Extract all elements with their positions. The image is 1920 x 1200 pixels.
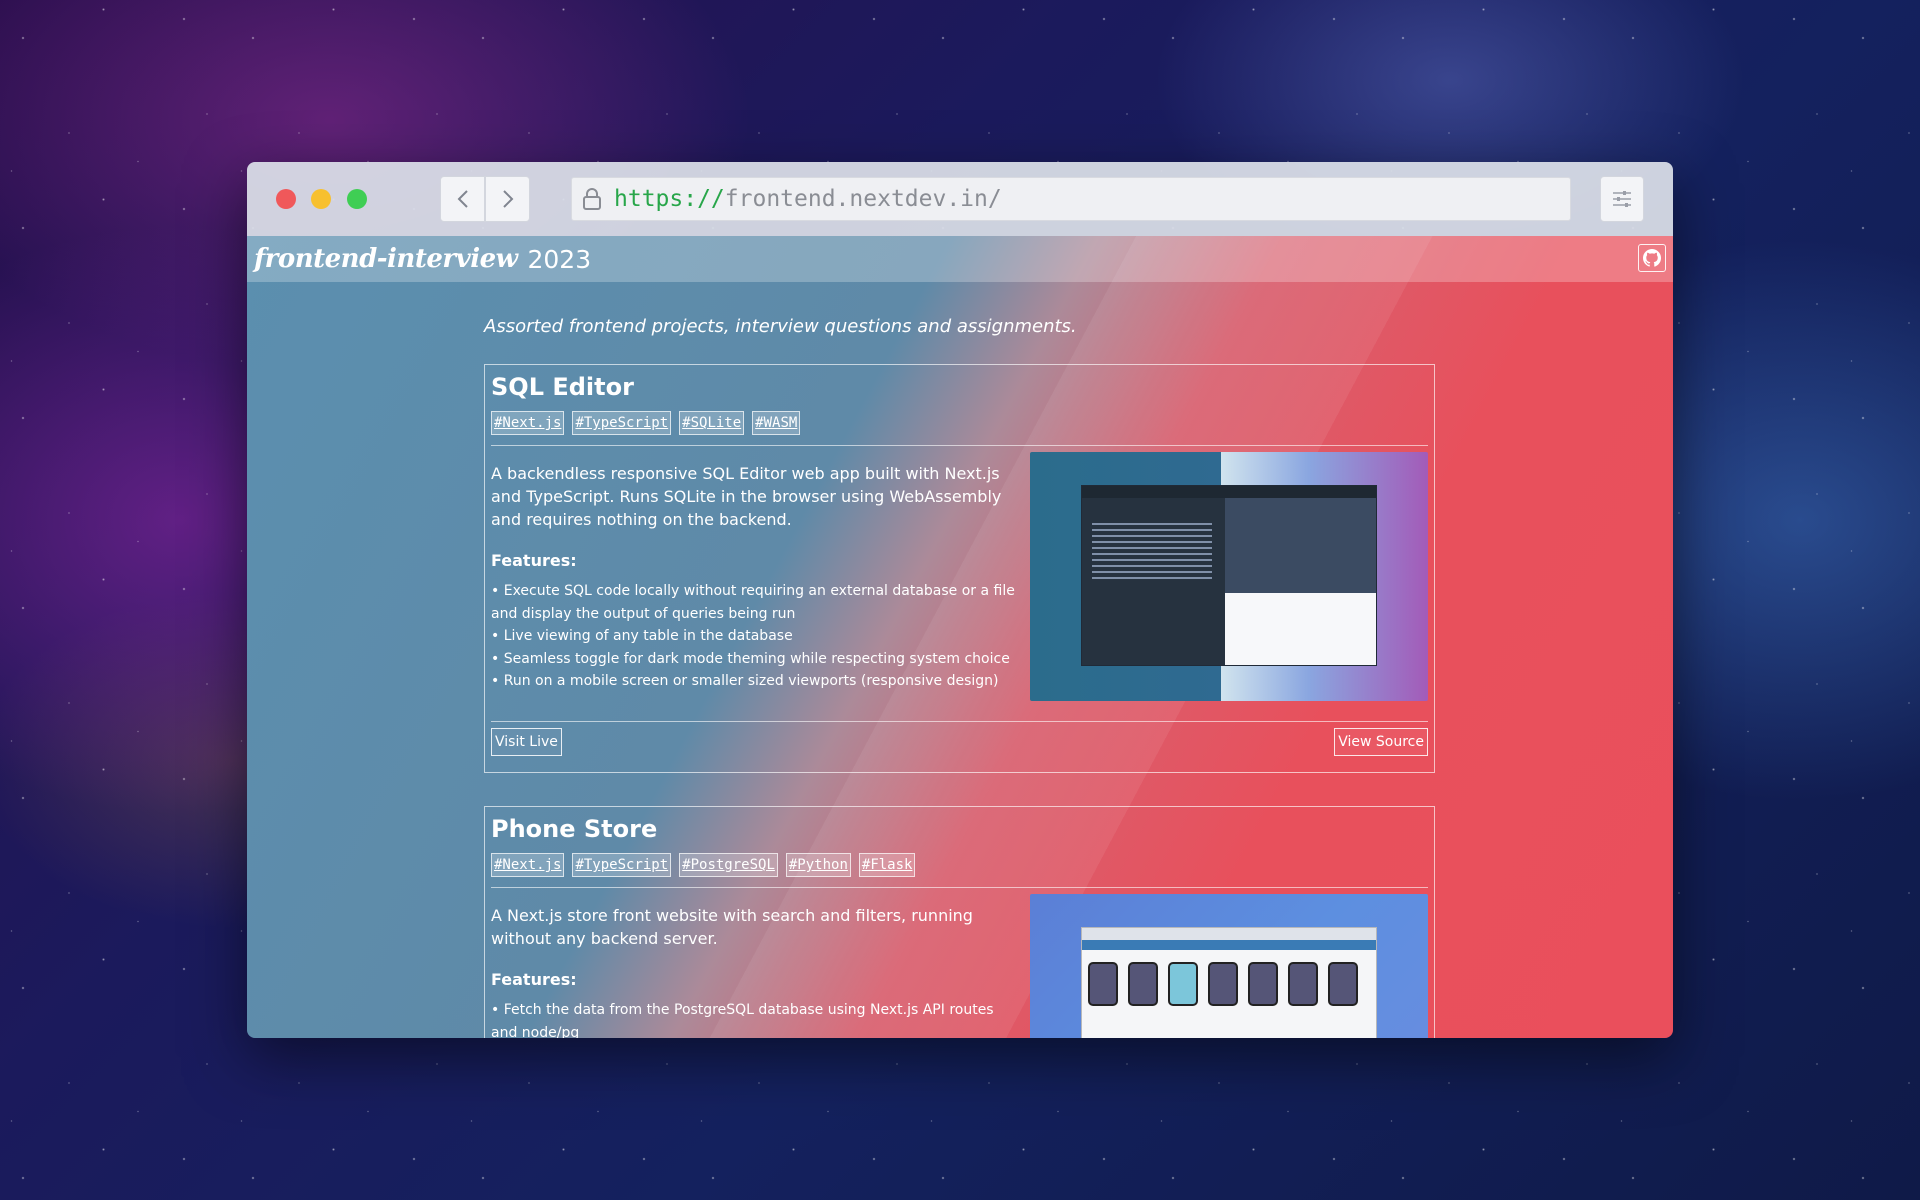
page-viewport: frontend-interview 2023 Assorted fronten… — [247, 236, 1673, 1038]
features-list: Execute SQL code locally without requiri… — [491, 580, 1016, 693]
project-screenshot — [1030, 894, 1428, 1038]
project-card-sql-editor: SQL Editor #Next.js #TypeScript #SQLite … — [484, 364, 1435, 773]
back-button[interactable] — [440, 176, 485, 222]
browser-toolbar: https://frontend.nextdev.in/ — [247, 162, 1673, 236]
tag-nextjs[interactable]: #Next.js — [491, 411, 565, 435]
maximize-window-button[interactable] — [347, 189, 367, 209]
feature-item: Seamless toggle for dark mode theming wh… — [491, 648, 1016, 671]
github-icon — [1643, 249, 1661, 267]
minimize-window-button[interactable] — [311, 189, 331, 209]
features-heading: Features: — [491, 551, 577, 570]
tag-postgresql[interactable]: #PostgreSQL — [679, 853, 778, 877]
project-title: SQL Editor — [491, 373, 634, 401]
features-heading: Features: — [491, 970, 577, 989]
tag-wasm[interactable]: #WASM — [752, 411, 801, 435]
feature-item: Execute SQL code locally without requiri… — [491, 580, 1016, 625]
project-card-phone-store: Phone Store #Next.js #TypeScript #Postgr… — [484, 806, 1435, 1038]
tag-list: #Next.js #TypeScript #PostgreSQL #Python… — [491, 853, 1428, 877]
visit-live-button[interactable]: Visit Live — [491, 728, 562, 756]
site-year: 2023 — [527, 244, 592, 274]
chevron-right-icon — [502, 190, 513, 208]
tag-sqlite[interactable]: #SQLite — [679, 411, 745, 435]
features-list: Fetch the data from the PostgreSQL datab… — [491, 999, 1016, 1038]
site-brand[interactable]: frontend-interview — [254, 244, 518, 274]
tag-nextjs[interactable]: #Next.js — [491, 853, 565, 877]
close-window-button[interactable] — [276, 189, 296, 209]
url-host: frontend.nextdev.in/ — [724, 186, 1002, 212]
projects-container: Assorted frontend projects, interview qu… — [484, 316, 1435, 1038]
sliders-icon — [1613, 191, 1631, 207]
project-screenshot — [1030, 452, 1428, 701]
site-header: frontend-interview 2023 — [247, 236, 1673, 282]
card-actions: Visit Live View Source — [491, 721, 1428, 772]
project-title: Phone Store — [491, 815, 658, 843]
tag-typescript[interactable]: #TypeScript — [572, 853, 672, 877]
tag-python[interactable]: #Python — [785, 853, 851, 877]
project-description: A backendless responsive SQL Editor web … — [491, 464, 1002, 529]
forward-button[interactable] — [485, 176, 530, 222]
tag-flask[interactable]: #Flask — [858, 853, 916, 877]
tag-list: #Next.js #TypeScript #SQLite #WASM — [491, 411, 1428, 435]
tag-typescript[interactable]: #TypeScript — [572, 411, 672, 435]
divider — [491, 887, 1428, 888]
github-link[interactable] — [1638, 244, 1666, 272]
view-source-button[interactable]: View Source — [1334, 728, 1428, 756]
feature-item: Fetch the data from the PostgreSQL datab… — [491, 999, 1016, 1038]
feature-item: Live viewing of any table in the databas… — [491, 625, 1016, 648]
browser-window: https://frontend.nextdev.in/ frontend-in… — [247, 162, 1673, 1038]
url-protocol: https:// — [614, 186, 725, 212]
chevron-left-icon — [457, 190, 468, 208]
tagline: Assorted frontend projects, interview qu… — [484, 316, 1077, 337]
lock-icon — [583, 188, 601, 210]
project-description: A Next.js store front website with searc… — [491, 906, 973, 948]
feature-item: Run on a mobile screen or smaller sized … — [491, 670, 1016, 693]
address-bar[interactable]: https://frontend.nextdev.in/ — [571, 177, 1571, 221]
settings-button[interactable] — [1600, 176, 1644, 222]
divider — [491, 445, 1428, 446]
